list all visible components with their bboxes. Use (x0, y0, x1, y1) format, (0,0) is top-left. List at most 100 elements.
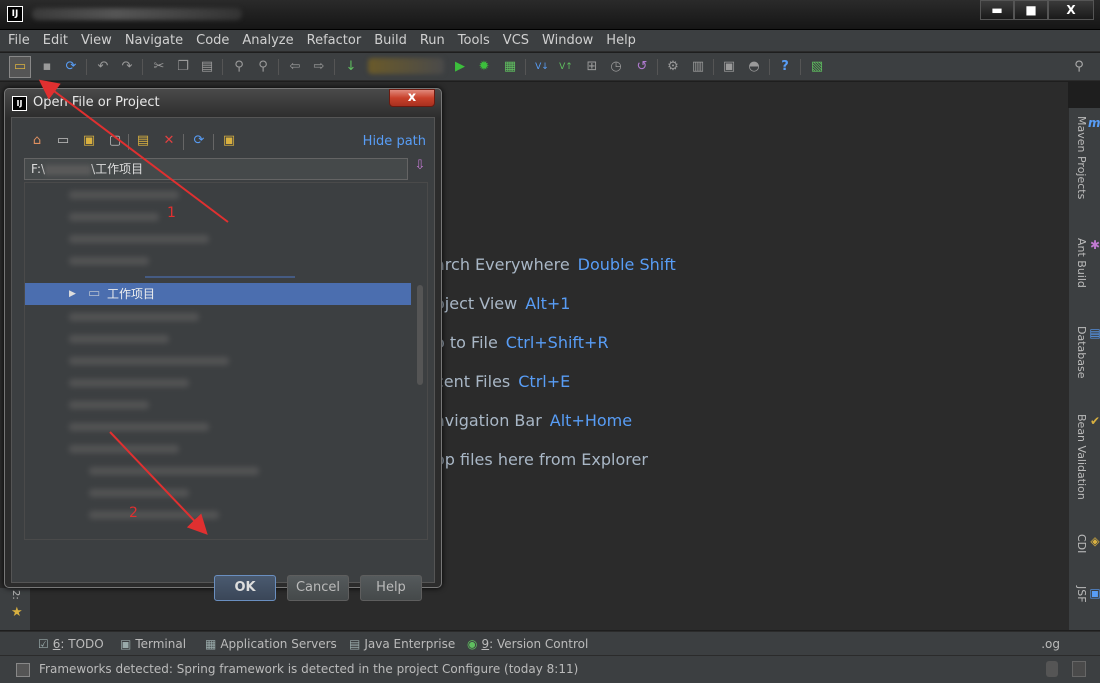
menu-edit[interactable]: Edit (43, 33, 68, 48)
tree-item-redacted[interactable] (69, 401, 149, 409)
tool-jsf[interactable]: ▣ JSF (1075, 586, 1100, 603)
menu-build[interactable]: Build (374, 33, 407, 48)
open-file-dialog: IJ Open File or Project x ⌂ ▭ ▣ ▢ ▤ ✕ ⟳ … (4, 88, 442, 601)
save-icon[interactable]: ▪ (38, 58, 56, 76)
tree-item-redacted[interactable] (69, 213, 159, 221)
show-hidden-icon[interactable]: ▣ (220, 132, 238, 150)
vcs-revert-icon[interactable]: ↺ (633, 58, 651, 76)
replace-icon[interactable]: ⚲ (254, 58, 272, 76)
menu-code[interactable]: Code (196, 33, 229, 48)
settings-icon[interactable]: ⚙ (664, 58, 682, 76)
tool-maven-projects[interactable]: m Maven Projects (1075, 116, 1100, 199)
path-input[interactable]: F:\ \工作项目 (24, 158, 408, 180)
tab-terminal[interactable]: ▣ Terminal (120, 637, 186, 651)
copy-icon[interactable]: ❐ (174, 58, 192, 76)
file-tree[interactable]: ▶ ▭ 工作项目 (24, 182, 428, 540)
home-icon[interactable]: ⌂ (28, 132, 46, 150)
tool-database[interactable]: ▤ Database (1075, 326, 1100, 379)
minimize-button[interactable]: ▬ (980, 0, 1014, 20)
tree-expand-icon[interactable]: ▶ (69, 283, 76, 305)
favorites-tab-label[interactable]: 2: (10, 590, 21, 600)
debug-icon[interactable]: ✹ (475, 58, 493, 76)
tree-item-redacted[interactable] (69, 257, 149, 265)
help-button[interactable]: Help (360, 575, 422, 601)
sdk-icon[interactable]: ▣ (720, 58, 738, 76)
forward-icon[interactable]: ⇨ (310, 58, 328, 76)
dialog-close-button[interactable]: x (389, 89, 435, 107)
project-structure-icon[interactable]: ▥ (689, 58, 707, 76)
hint-drop-files: op files here from Explorer (435, 450, 648, 469)
menu-refactor[interactable]: Refactor (307, 33, 362, 48)
desktop-icon[interactable]: ▭ (54, 132, 72, 150)
tab-java-enterprise[interactable]: ▤ Java Enterprise (349, 637, 455, 651)
tab-todo[interactable]: ☑ 6: TODO (38, 637, 104, 651)
event-log-tab[interactable]: .og (1041, 637, 1060, 651)
find-icon[interactable]: ⚲ (230, 58, 248, 76)
cancel-button[interactable]: Cancel (287, 575, 349, 601)
vcs-commit-icon[interactable]: V↑ (557, 58, 575, 76)
tree-item-redacted[interactable] (89, 489, 189, 497)
vcs-compare-icon[interactable]: ⊞ (583, 58, 601, 76)
ant-icon: ✱ (1088, 238, 1100, 252)
module-dir-icon[interactable]: ▢ (106, 132, 124, 150)
new-folder-icon[interactable]: ▤ (134, 132, 152, 150)
notifications-icon[interactable] (1072, 661, 1086, 677)
cut-icon[interactable]: ✂ (150, 58, 168, 76)
help-icon[interactable]: ? (776, 58, 794, 76)
paste-icon[interactable]: ▤ (198, 58, 216, 76)
tree-item-redacted[interactable] (69, 357, 229, 365)
tree-item-redacted[interactable] (69, 235, 209, 243)
menu-navigate[interactable]: Navigate (125, 33, 183, 48)
tree-item-redacted[interactable] (69, 335, 169, 343)
undo-icon[interactable]: ↶ (94, 58, 112, 76)
tree-item-redacted[interactable] (69, 191, 179, 199)
tree-item-redacted[interactable] (69, 313, 199, 321)
tool-cdi[interactable]: ◈ CDI (1075, 534, 1100, 553)
redo-icon[interactable]: ↷ (118, 58, 136, 76)
menu-vcs[interactable]: VCS (503, 33, 529, 48)
close-window-button[interactable]: X (1048, 0, 1094, 20)
menu-file[interactable]: File (8, 33, 30, 48)
tool-ant-build[interactable]: ✱ Ant Build (1075, 238, 1100, 288)
tree-item-redacted[interactable] (69, 379, 189, 387)
menu-help[interactable]: Help (606, 33, 636, 48)
tool-windows-toggle-icon[interactable] (16, 663, 30, 677)
tab-application-servers[interactable]: ▦ Application Servers (205, 637, 337, 651)
tree-item-redacted[interactable] (89, 467, 259, 475)
maximize-button[interactable]: ■ (1014, 0, 1048, 20)
status-message[interactable]: Frameworks detected: Spring framework is… (39, 662, 578, 676)
refresh-icon[interactable]: ⟳ (190, 132, 208, 150)
menu-window[interactable]: Window (542, 33, 593, 48)
tree-item-selected[interactable]: ▶ ▭ 工作项目 (25, 283, 411, 305)
coverage-icon[interactable]: ▦ (501, 58, 519, 76)
favorites-star-icon[interactable]: ★ (11, 605, 23, 620)
run-configuration-selector-redacted[interactable] (368, 58, 444, 74)
menu-view[interactable]: View (81, 33, 112, 48)
main-toolbar: ▭ ▪ ⟳ ↶ ↷ ✂ ❐ ▤ ⚲ ⚲ ⇦ ⇨ ↓ ▶ ✹ ▦ V↓ V↑ ⊞ … (0, 53, 1100, 81)
project-dir-icon[interactable]: ▣ (80, 132, 98, 150)
menu-run[interactable]: Run (420, 33, 445, 48)
search-icon[interactable]: ⚲ (1070, 58, 1088, 76)
build-icon[interactable]: ↓ (342, 58, 360, 76)
vcs-history-icon[interactable]: ◷ (607, 58, 625, 76)
tree-item-redacted[interactable] (69, 445, 179, 453)
menu-analyze[interactable]: Analyze (242, 33, 293, 48)
vcs-update-icon[interactable]: V↓ (533, 58, 551, 76)
tree-item-redacted[interactable] (89, 511, 219, 519)
menu-tools[interactable]: Tools (458, 33, 490, 48)
tree-scrollbar[interactable] (417, 285, 423, 385)
path-history-icon[interactable]: ⇩ (412, 158, 428, 178)
plugin-icon[interactable]: ▧ (808, 58, 826, 76)
run-icon[interactable]: ▶ (451, 58, 469, 76)
back-icon[interactable]: ⇦ (286, 58, 304, 76)
tab-version-control[interactable]: ◉ 9: Version Control (467, 637, 588, 651)
ok-button[interactable]: OK (214, 575, 276, 601)
open-icon[interactable]: ▭ (9, 56, 31, 78)
tool-bean-validation[interactable]: ✔ Bean Validation (1075, 414, 1100, 500)
sync-icon[interactable]: ⟳ (62, 58, 80, 76)
dialog-toolbar-separator (128, 134, 129, 150)
android-icon[interactable]: ◓ (745, 58, 763, 76)
hide-path-link[interactable]: Hide path (363, 134, 426, 149)
tree-item-redacted[interactable] (69, 423, 209, 431)
delete-icon[interactable]: ✕ (160, 132, 178, 150)
